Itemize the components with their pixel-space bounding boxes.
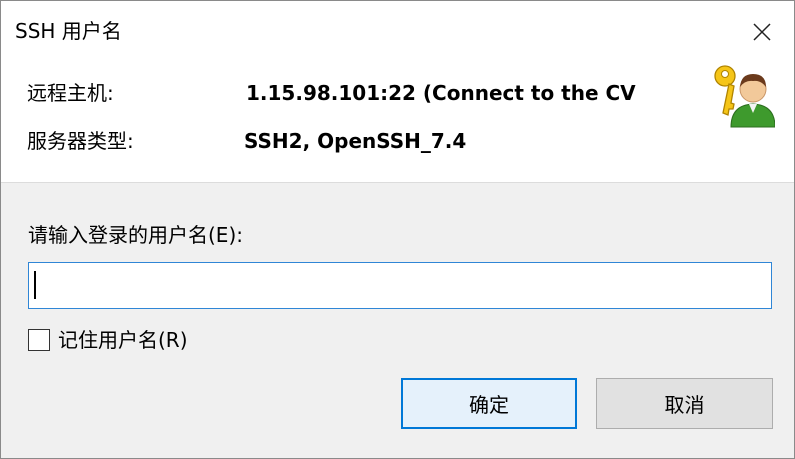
remember-username-label[interactable]: 记住用户名(R) xyxy=(58,327,188,353)
close-button[interactable] xyxy=(730,1,794,63)
server-type-label: 服务器类型: xyxy=(27,129,134,153)
cancel-button[interactable]: 取消 xyxy=(596,378,773,429)
ssh-username-dialog: SSH 用户名 远程主机: 1.15.98.101:22 (Connect to… xyxy=(0,0,795,459)
username-prompt-label: 请输入登录的用户名(E): xyxy=(28,223,243,247)
connection-info-panel: 远程主机: 1.15.98.101:22 (Connect to the CV … xyxy=(1,63,794,183)
username-input[interactable] xyxy=(28,262,772,309)
key-user-icon xyxy=(714,65,775,128)
title-bar: SSH 用户名 xyxy=(1,1,794,63)
ok-button[interactable]: 确定 xyxy=(401,378,577,429)
text-caret xyxy=(34,271,36,299)
close-icon xyxy=(753,23,771,41)
remote-host-label: 远程主机: xyxy=(27,81,114,105)
server-type-value: SSH2, OpenSSH_7.4 xyxy=(244,129,467,153)
remember-username-option[interactable]: 记住用户名(R) xyxy=(28,327,188,353)
window-title: SSH 用户名 xyxy=(15,19,122,43)
remote-host-value: 1.15.98.101:22 (Connect to the CV xyxy=(246,81,636,105)
remember-username-checkbox[interactable] xyxy=(28,329,50,351)
